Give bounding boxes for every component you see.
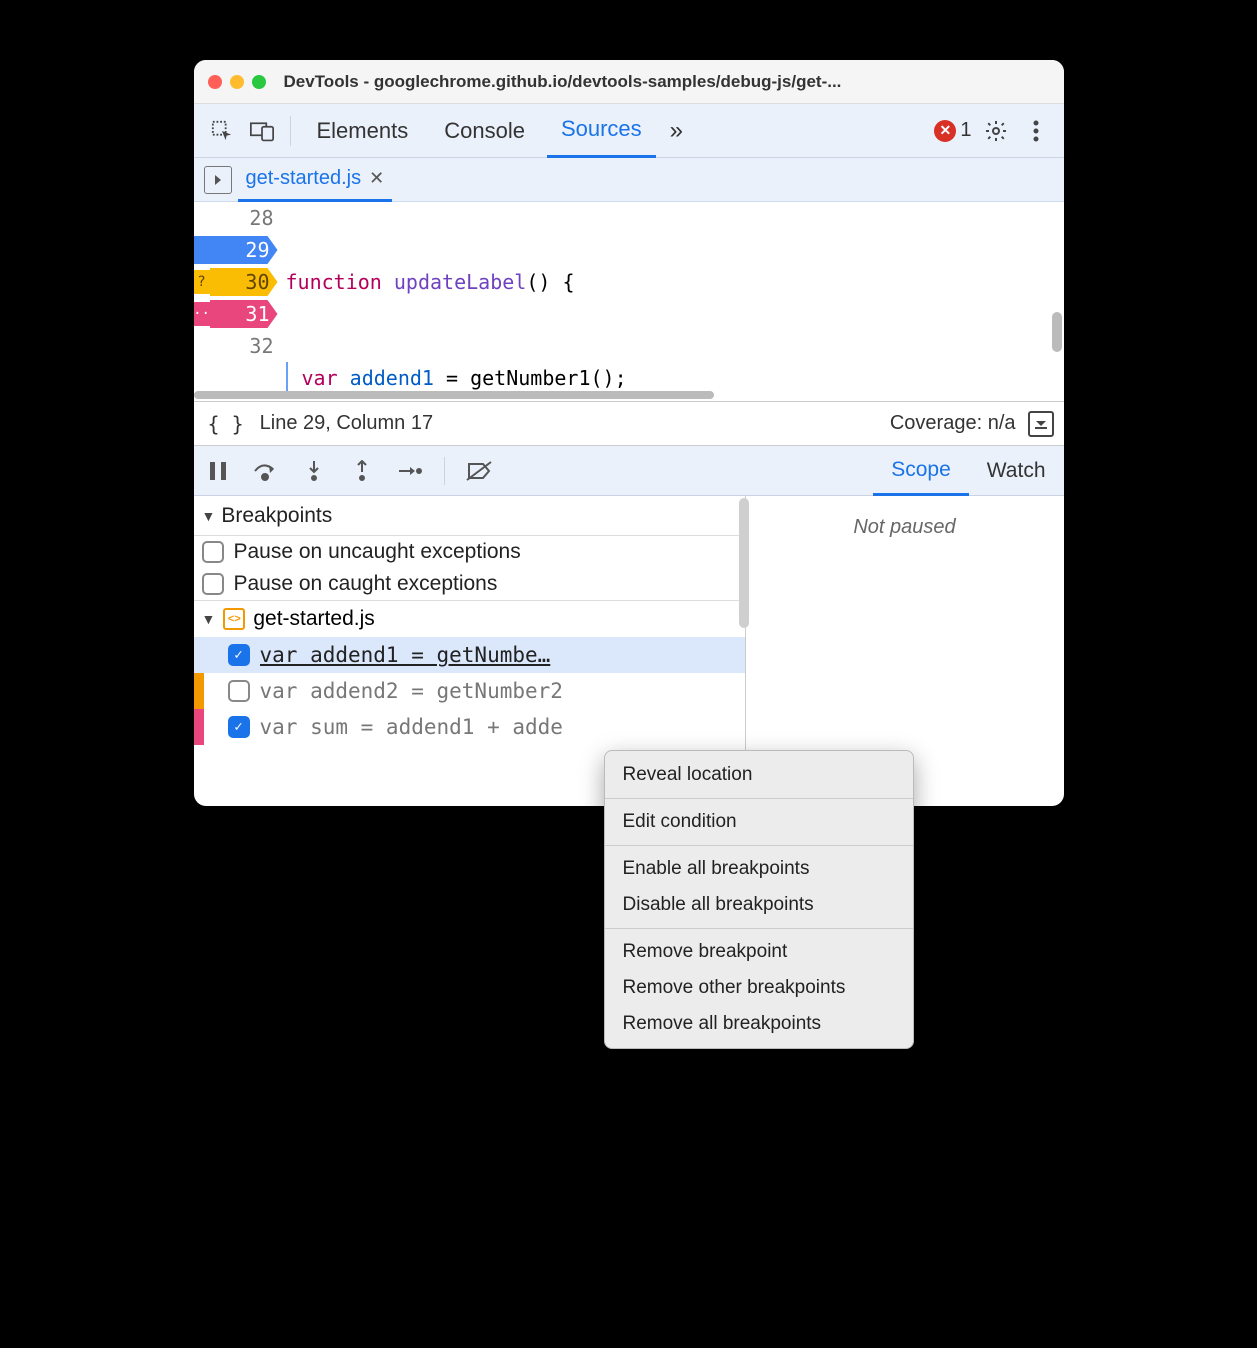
- code-vertical-scrollbar[interactable]: [1052, 312, 1062, 352]
- breakpoint-code: var addend2 = getNumber2: [260, 679, 737, 703]
- pretty-print-icon[interactable]: { }: [204, 410, 248, 438]
- error-count-badge[interactable]: ✕ 1: [934, 119, 971, 142]
- breakpoint-color-bar: [194, 673, 204, 709]
- js-file-icon: <>: [223, 608, 245, 630]
- coverage-status: Coverage: n/a: [890, 412, 1016, 435]
- menu-disable-all[interactable]: Disable all breakpoints: [605, 887, 913, 923]
- pause-caught-row[interactable]: Pause on caught exceptions: [194, 568, 745, 600]
- separator: [444, 457, 445, 485]
- not-paused-label: Not paused: [853, 516, 955, 538]
- code-content[interactable]: function updateLabel() { var addend1 = g…: [282, 202, 1064, 401]
- breakpoint-marker-blue[interactable]: 29: [194, 236, 278, 264]
- checkbox[interactable]: [202, 573, 224, 595]
- close-tab-icon[interactable]: ✕: [369, 168, 384, 189]
- breakpoint-code: var sum = addend1 + adde: [260, 715, 737, 739]
- window-title: DevTools - googlechrome.github.io/devtoo…: [284, 72, 842, 92]
- menu-remove-all[interactable]: Remove all breakpoints: [605, 1006, 913, 1042]
- window-close-button[interactable]: [208, 75, 222, 89]
- breakpoint-color-bar: [194, 709, 204, 745]
- file-tab-get-started[interactable]: get-started.js ✕: [238, 158, 393, 202]
- menu-remove-breakpoint[interactable]: Remove breakpoint: [605, 934, 913, 970]
- step-into-icon[interactable]: [300, 457, 328, 485]
- tab-elements[interactable]: Elements: [303, 104, 423, 158]
- line-number-breakpoint[interactable]: 29: [194, 234, 274, 266]
- disclosure-triangle-icon: ▼: [202, 611, 216, 627]
- file-tab-label: get-started.js: [246, 167, 362, 190]
- main-toolbar: Elements Console Sources » ✕ 1: [194, 104, 1064, 158]
- error-icon: ✕: [934, 120, 956, 142]
- tab-console[interactable]: Console: [430, 104, 539, 158]
- settings-icon[interactable]: [980, 115, 1012, 147]
- line-number[interactable]: 32: [194, 330, 274, 362]
- line-number-breakpoint[interactable]: ·· 31: [194, 298, 274, 330]
- line-number-breakpoint[interactable]: ? 30: [194, 266, 274, 298]
- line-gutter: 28 29 ? 30 ·· 31 32: [194, 202, 282, 401]
- debug-toolbar: Scope Watch: [194, 446, 1064, 496]
- tab-watch[interactable]: Watch: [969, 446, 1064, 496]
- pause-caught-label: Pause on caught exceptions: [234, 572, 498, 596]
- disclosure-triangle-icon: ▼: [202, 508, 216, 524]
- tab-scope[interactable]: Scope: [873, 446, 969, 496]
- menu-separator: [605, 928, 913, 929]
- menu-edit-condition[interactable]: Edit condition: [605, 804, 913, 840]
- tabs-overflow-icon[interactable]: »: [664, 104, 689, 158]
- breakpoint-file-header[interactable]: ▼ <> get-started.js: [194, 600, 745, 637]
- code-horizontal-scrollbar-track[interactable]: [194, 389, 1064, 401]
- inspect-element-icon[interactable]: [206, 115, 238, 147]
- pause-uncaught-row[interactable]: Pause on uncaught exceptions: [194, 536, 745, 568]
- checkbox[interactable]: ✓: [228, 716, 250, 738]
- menu-remove-other[interactable]: Remove other breakpoints: [605, 970, 913, 1006]
- breakpoint-item[interactable]: ✓ var sum = addend1 + adde: [194, 709, 745, 745]
- step-out-icon[interactable]: [348, 457, 376, 485]
- breakpoint-item[interactable]: ✓ var addend1 = getNumbe…: [194, 637, 745, 673]
- devtools-window: DevTools - googlechrome.github.io/devtoo…: [194, 60, 1064, 806]
- pause-icon[interactable]: [204, 457, 232, 485]
- deactivate-breakpoints-icon[interactable]: [465, 457, 493, 485]
- window-minimize-button[interactable]: [230, 75, 244, 89]
- checkbox[interactable]: [202, 541, 224, 563]
- device-toolbar-icon[interactable]: [246, 115, 278, 147]
- step-icon[interactable]: [396, 457, 424, 485]
- breakpoint-marker-orange[interactable]: 30: [210, 268, 278, 296]
- menu-separator: [605, 798, 913, 799]
- tab-sources[interactable]: Sources: [547, 104, 656, 158]
- pane-vertical-scrollbar[interactable]: [739, 498, 749, 628]
- navigator-toggle-icon[interactable]: [204, 166, 232, 194]
- checkbox[interactable]: ✓: [228, 644, 250, 666]
- titlebar: DevTools - googlechrome.github.io/devtoo…: [194, 60, 1064, 104]
- menu-reveal-location[interactable]: Reveal location: [605, 757, 913, 793]
- code-horizontal-scrollbar-thumb[interactable]: [194, 391, 714, 399]
- pause-uncaught-label: Pause on uncaught exceptions: [234, 540, 521, 564]
- checkbox[interactable]: [228, 680, 250, 702]
- kebab-menu-icon[interactable]: [1020, 115, 1052, 147]
- breakpoint-code: var addend1 = getNumbe…: [260, 643, 737, 667]
- breakpoint-marker-pink[interactable]: 31: [210, 300, 278, 328]
- separator: [290, 116, 291, 146]
- error-count: 1: [960, 119, 971, 142]
- line-number[interactable]: 28: [194, 202, 274, 234]
- step-over-icon[interactable]: [252, 457, 280, 485]
- editor-status-bar: { } Line 29, Column 17 Coverage: n/a: [194, 402, 1064, 446]
- breakpoints-section-header[interactable]: ▼ Breakpoints: [194, 496, 745, 536]
- logpoint-badge: ··: [194, 302, 210, 326]
- cursor-position: Line 29, Column 17: [260, 412, 433, 435]
- window-zoom-button[interactable]: [252, 75, 266, 89]
- breakpoint-file-name: get-started.js: [253, 607, 374, 631]
- code-editor[interactable]: 28 29 ? 30 ·· 31 32 function updateLabel…: [194, 202, 1064, 402]
- menu-enable-all[interactable]: Enable all breakpoints: [605, 851, 913, 887]
- collapse-panel-icon[interactable]: [1028, 411, 1054, 437]
- menu-separator: [605, 845, 913, 846]
- breakpoint-context-menu: Reveal location Edit condition Enable al…: [604, 750, 914, 1049]
- breakpoints-title: Breakpoints: [221, 504, 332, 528]
- file-tabs: get-started.js ✕: [194, 158, 1064, 202]
- conditional-badge: ?: [194, 270, 210, 294]
- breakpoint-item[interactable]: var addend2 = getNumber2: [194, 673, 745, 709]
